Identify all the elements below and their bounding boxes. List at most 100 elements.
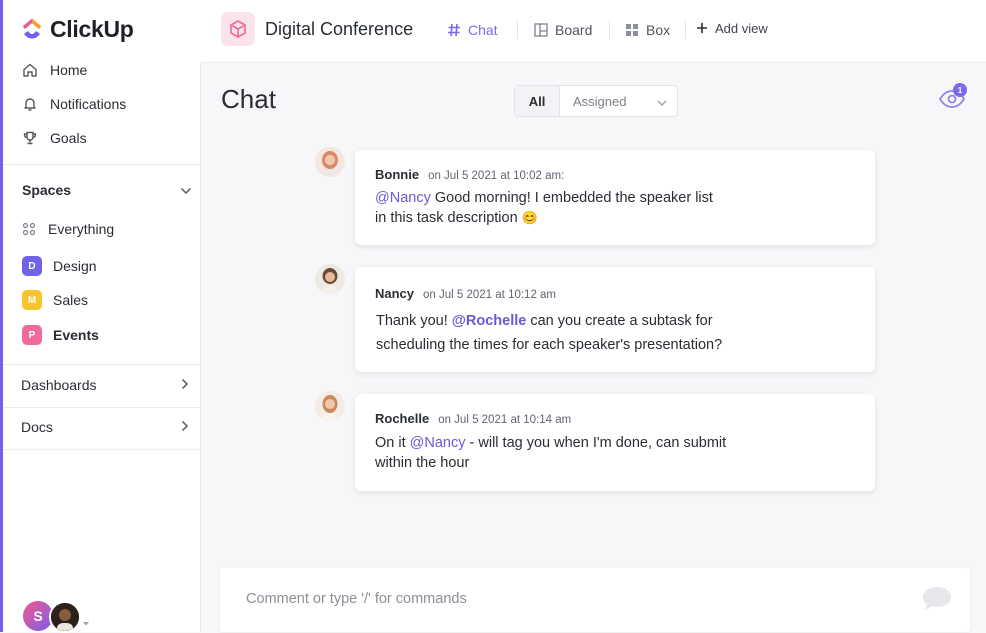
chat-message: Nancy on Jul 5 2021 at 10:12 am Thank yo…	[355, 267, 875, 372]
sidebar: ClickUp Home Notifications Goals Spaces …	[3, 0, 201, 633]
filter-all-button[interactable]: All	[515, 86, 560, 116]
board-icon	[534, 23, 548, 37]
mention-link[interactable]: @Rochelle	[452, 313, 527, 329]
nav-home-label: Home	[50, 62, 88, 78]
message-text: Good morning! I embedded the speaker lis…	[430, 190, 713, 206]
chevron-down-icon[interactable]	[180, 182, 192, 198]
filter-assigned-label: Assigned	[573, 93, 627, 109]
rochelle-avatar[interactable]	[315, 391, 345, 421]
message-header: Rochelle on Jul 5 2021 at 10:14 am	[375, 411, 571, 426]
space-design-label: Design	[53, 258, 97, 274]
tab-box[interactable]: Box	[625, 20, 670, 40]
docs-link[interactable]: Docs	[21, 417, 189, 437]
docs-label: Docs	[21, 419, 53, 435]
avatar-dropdown-caret-icon[interactable]	[82, 614, 90, 632]
page-title: Chat	[221, 84, 276, 114]
comment-placeholder: Comment or type '/' for commands	[246, 591, 467, 607]
message-line: @Nancy Good morning! I embedded the spea…	[375, 188, 855, 208]
smile-emoji: 😊	[521, 210, 538, 225]
clickup-logo[interactable]: ClickUp	[21, 14, 134, 44]
space-sales[interactable]: M Sales	[22, 289, 88, 311]
tab-box-label: Box	[646, 22, 671, 38]
space-events[interactable]: P Events	[22, 324, 99, 346]
tab-separator	[609, 21, 610, 39]
grid-dots-icon	[21, 221, 37, 237]
cube-icon	[221, 12, 255, 46]
message-timestamp: on Jul 5 2021 at 10:12 am	[423, 289, 557, 301]
nav-home[interactable]: Home	[21, 59, 87, 81]
mention-link[interactable]: @Nancy	[375, 190, 431, 206]
nav-notifications-label: Notifications	[50, 96, 127, 112]
space-design[interactable]: D Design	[22, 255, 97, 277]
project-title[interactable]: Digital Conference	[265, 19, 413, 40]
space-events-badge: P	[22, 325, 42, 345]
message-text: On it	[375, 435, 410, 451]
message-header: Nancy on Jul 5 2021 at 10:12 am	[375, 286, 556, 301]
spaces-header[interactable]: Spaces	[22, 180, 192, 200]
message-text: can you create a subtask for	[526, 313, 713, 329]
message-line: On it @Nancy - will tag you when I'm don…	[375, 433, 855, 453]
tab-separator	[685, 21, 686, 39]
message-line: in this task description 😊	[375, 208, 855, 228]
message-author[interactable]: Rochelle	[375, 411, 429, 426]
message-timestamp: on Jul 5 2021 at 10:14 am	[438, 414, 572, 426]
bell-icon	[21, 95, 39, 113]
message-line: Thank you! @Rochelle can you create a su…	[376, 309, 856, 333]
home-icon	[21, 61, 39, 79]
chat-message: Bonnie on Jul 5 2021 at 10:02 am: @Nancy…	[355, 150, 875, 245]
nav-notifications[interactable]: Notifications	[21, 93, 126, 115]
message-body: @Nancy Good morning! I embedded the spea…	[375, 188, 855, 228]
message-text: in this task description	[375, 210, 522, 226]
tab-chat-label: Chat	[468, 22, 498, 38]
tab-board-label: Board	[555, 22, 593, 38]
message-body: Thank you! @Rochelle can you create a su…	[376, 309, 856, 357]
add-view-button[interactable]: Add view	[696, 18, 768, 38]
sidebar-divider	[3, 449, 200, 450]
space-everything-label: Everything	[48, 221, 115, 237]
tab-separator	[517, 21, 518, 39]
message-text: Thank you!	[376, 313, 452, 329]
filter-assigned-dropdown[interactable]: Assigned	[560, 86, 677, 116]
speech-bubble-icon[interactable]	[920, 584, 954, 612]
message-line: within the hour	[375, 453, 855, 473]
chevron-right-icon	[181, 419, 189, 435]
message-author[interactable]: Bonnie	[375, 167, 419, 182]
bonnie-avatar[interactable]	[315, 147, 345, 177]
hash-icon	[447, 23, 461, 37]
watchers-count-badge: 1	[953, 83, 967, 97]
view-header: Digital Conference Chat Board Box Add vi…	[200, 0, 986, 63]
message-body: On it @Nancy - will tag you when I'm don…	[375, 433, 855, 473]
trophy-icon	[21, 129, 39, 147]
logo-text: ClickUp	[50, 15, 134, 42]
sidebar-divider	[3, 164, 200, 165]
mention-link[interactable]: @Nancy	[410, 435, 466, 451]
nancy-avatar[interactable]	[315, 264, 345, 294]
nav-goals[interactable]: Goals	[21, 127, 87, 149]
teammate-avatar[interactable]	[49, 601, 81, 633]
message-line: scheduling the times for each speaker's …	[376, 333, 856, 357]
spaces-label: Spaces	[22, 182, 72, 198]
comment-input[interactable]: Comment or type '/' for commands	[220, 568, 970, 632]
message-text: within the hour	[375, 455, 470, 471]
message-text: - will tag you when I'm done, can submit	[465, 435, 727, 451]
message-timestamp: on Jul 5 2021 at 10:02 am:	[428, 170, 565, 182]
dashboards-label: Dashboards	[21, 377, 97, 393]
nav-goals-label: Goals	[50, 130, 87, 146]
space-everything[interactable]: Everything	[21, 218, 114, 240]
chat-message: Rochelle on Jul 5 2021 at 10:14 am On it…	[355, 394, 875, 491]
space-design-badge: D	[22, 256, 42, 276]
sidebar-divider	[3, 407, 200, 408]
box-grid-icon	[625, 23, 639, 37]
tab-board[interactable]: Board	[534, 20, 592, 40]
space-sales-label: Sales	[53, 292, 89, 308]
message-filter: All Assigned	[514, 85, 678, 117]
plus-icon	[696, 22, 708, 34]
chevron-right-icon	[181, 377, 189, 393]
tab-chat[interactable]: Chat	[447, 20, 498, 40]
sidebar-divider	[3, 364, 200, 365]
space-events-label: Events	[53, 327, 99, 343]
chevron-down-icon	[657, 94, 667, 109]
space-sales-badge: M	[22, 290, 42, 310]
dashboards-link[interactable]: Dashboards	[21, 375, 189, 395]
message-author[interactable]: Nancy	[375, 286, 414, 301]
